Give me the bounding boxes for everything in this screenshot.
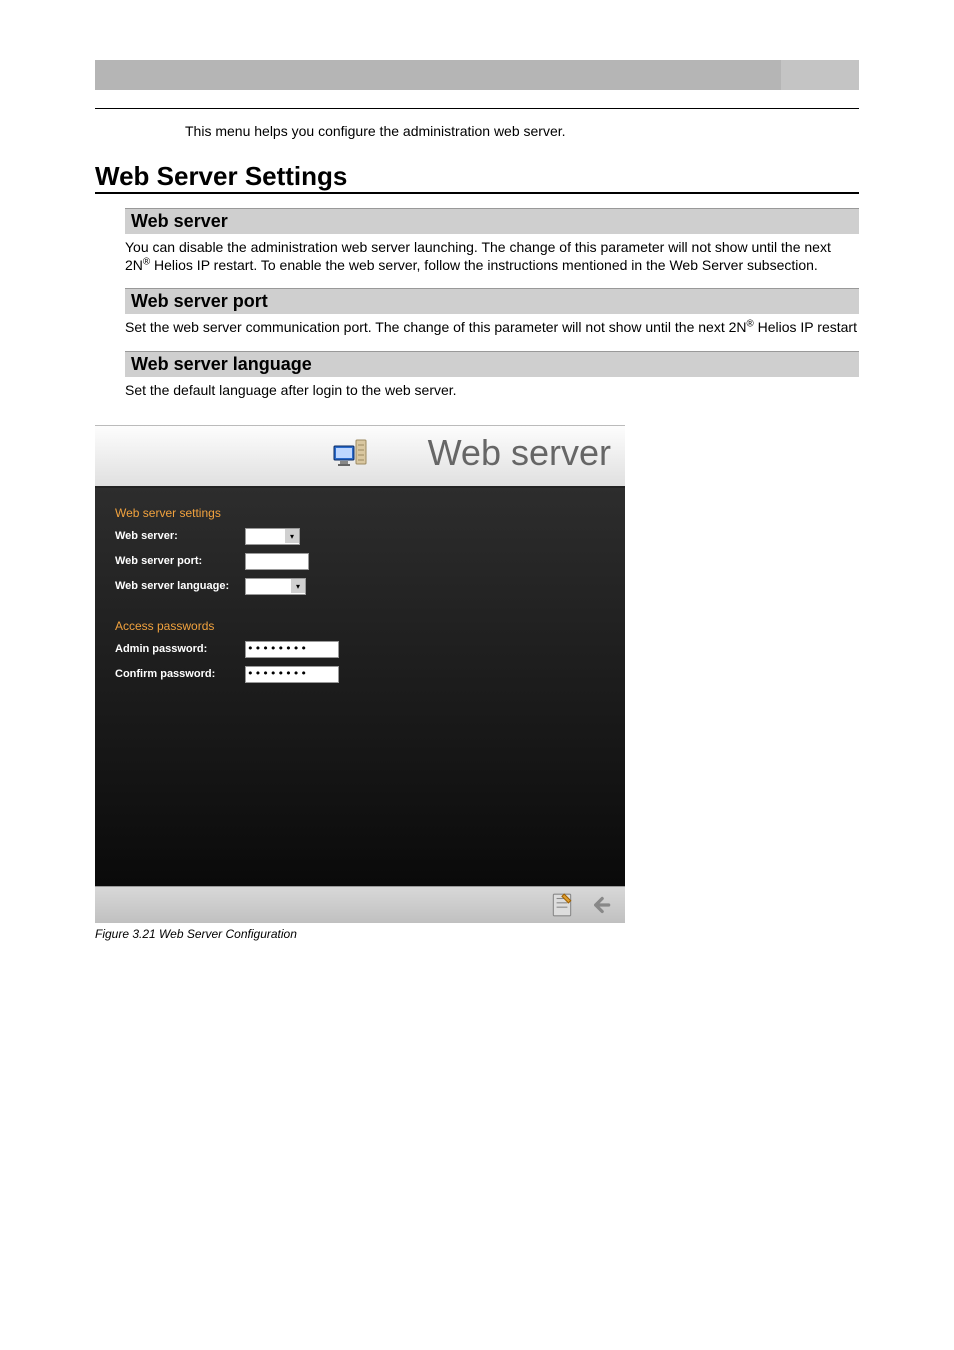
text: Set the web server communication port. T… bbox=[125, 319, 747, 335]
select-web-server[interactable]: On ▾ bbox=[245, 528, 300, 545]
row-admin-password: Admin password: •••••••• bbox=[115, 641, 605, 658]
select-value: English bbox=[247, 580, 283, 592]
input-confirm-password[interactable]: •••••••• bbox=[245, 666, 339, 683]
sub-body-web-server: You can disable the administration web s… bbox=[125, 238, 859, 274]
label-confirm-password: Confirm password: bbox=[115, 668, 245, 680]
select-value: On bbox=[247, 530, 262, 542]
row-web-server: Web server: On ▾ bbox=[115, 528, 605, 545]
text: Helios IP restart. To enable the web ser… bbox=[150, 257, 818, 273]
chevron-down-icon: ▾ bbox=[291, 579, 305, 593]
select-language[interactable]: English ▾ bbox=[245, 578, 306, 595]
sub-heading-language: Web server language bbox=[125, 351, 859, 377]
chevron-down-icon: ▾ bbox=[285, 529, 299, 543]
back-arrow-icon[interactable] bbox=[587, 892, 613, 918]
intro-text: This menu helps you configure the admini… bbox=[185, 123, 859, 139]
group-title-settings: Web server settings bbox=[115, 506, 605, 520]
sub-heading-web-server: Web server bbox=[125, 208, 859, 234]
page-header-bar bbox=[95, 60, 859, 90]
main-heading: Web Server Settings bbox=[95, 161, 859, 194]
app-header-title: Web server bbox=[428, 432, 611, 474]
row-confirm-password: Confirm password: •••••••• bbox=[115, 666, 605, 683]
registered-symbol: ® bbox=[747, 319, 754, 330]
row-language: Web server language: English ▾ bbox=[115, 578, 605, 595]
sub-body-language: Set the default language after login to … bbox=[125, 381, 859, 399]
app-header: Web server bbox=[95, 425, 625, 486]
sub-heading-port: Web server port bbox=[125, 288, 859, 314]
sub-body-port: Set the web server communication port. T… bbox=[125, 318, 859, 336]
save-icon[interactable] bbox=[549, 892, 575, 918]
text: Helios IP restart bbox=[754, 319, 857, 335]
web-server-icon bbox=[333, 436, 369, 472]
figure-caption: Figure 3.21 Web Server Configuration bbox=[95, 927, 859, 941]
web-server-config-screenshot: Web server Web server settings Web serve… bbox=[95, 425, 625, 923]
group-title-passwords: Access passwords bbox=[115, 619, 605, 633]
input-admin-password[interactable]: •••••••• bbox=[245, 641, 339, 658]
label-language: Web server language: bbox=[115, 580, 245, 592]
row-port: Web server port: 80 bbox=[115, 553, 605, 570]
label-admin-password: Admin password: bbox=[115, 643, 245, 655]
label-web-server: Web server: bbox=[115, 530, 245, 542]
divider bbox=[95, 108, 859, 109]
input-port[interactable]: 80 bbox=[245, 553, 309, 570]
app-footer bbox=[95, 886, 625, 923]
label-port: Web server port: bbox=[115, 555, 245, 567]
